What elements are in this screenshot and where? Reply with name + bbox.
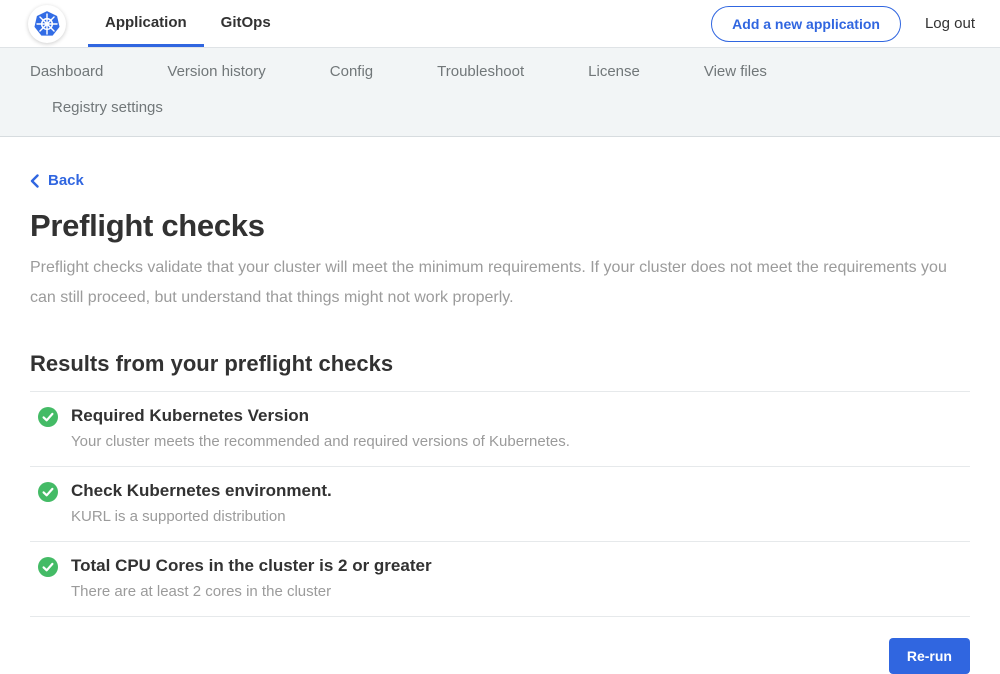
check-title: Required Kubernetes Version <box>71 405 570 426</box>
preflight-check-row: Required Kubernetes Version Your cluster… <box>30 392 970 467</box>
top-header: Application GitOps Add a new application… <box>0 0 1000 48</box>
check-description: Your cluster meets the recommended and r… <box>71 433 570 451</box>
back-link[interactable]: Back <box>30 172 84 189</box>
rerun-button[interactable]: Re-run <box>889 638 970 674</box>
kubernetes-helm-icon <box>28 5 66 43</box>
subnav-item-config[interactable]: Config <box>330 54 373 90</box>
tab-gitops[interactable]: GitOps <box>204 0 288 47</box>
back-link-label: Back <box>48 172 84 189</box>
page-title: Preflight checks <box>30 208 970 244</box>
add-new-application-button[interactable]: Add a new application <box>711 6 901 42</box>
subnav-item-version-history[interactable]: Version history <box>167 54 265 90</box>
check-description: KURL is a supported distribution <box>71 508 332 526</box>
subnav-item-license[interactable]: License <box>588 54 640 90</box>
check-text: Check Kubernetes environment. KURL is a … <box>71 480 332 526</box>
check-pass-icon <box>38 482 58 502</box>
check-title: Check Kubernetes environment. <box>71 480 332 501</box>
subnav-item-troubleshoot[interactable]: Troubleshoot <box>437 54 524 90</box>
tab-application[interactable]: Application <box>88 0 204 47</box>
main-content: Back Preflight checks Preflight checks v… <box>0 137 1000 674</box>
check-pass-icon <box>38 557 58 577</box>
chevron-left-icon <box>30 174 39 188</box>
check-text: Required Kubernetes Version Your cluster… <box>71 405 570 451</box>
preflight-check-row: Total CPU Cores in the cluster is 2 or g… <box>30 542 970 617</box>
subnav-row-2: Registry settings <box>30 90 970 126</box>
page-description: Preflight checks validate that your clus… <box>30 253 960 313</box>
check-title: Total CPU Cores in the cluster is 2 or g… <box>71 555 432 576</box>
footer-actions: Re-run <box>30 638 970 674</box>
app-subnav: Dashboard Version history Config Trouble… <box>0 48 1000 137</box>
subnav-item-registry-settings[interactable]: Registry settings <box>52 90 163 126</box>
subnav-item-view-files[interactable]: View files <box>704 54 767 90</box>
tab-gitops-label: GitOps <box>221 14 271 31</box>
kubernetes-logo <box>28 5 66 43</box>
check-description: There are at least 2 cores in the cluste… <box>71 583 432 601</box>
check-text: Total CPU Cores in the cluster is 2 or g… <box>71 555 432 601</box>
tab-application-label: Application <box>105 14 187 31</box>
subnav-item-dashboard[interactable]: Dashboard <box>30 54 103 90</box>
preflight-check-row: Check Kubernetes environment. KURL is a … <box>30 467 970 542</box>
subnav-row-1: Dashboard Version history Config Trouble… <box>30 54 970 90</box>
top-tabs: Application GitOps <box>88 0 288 47</box>
header-actions: Add a new application Log out <box>711 0 975 47</box>
logout-link[interactable]: Log out <box>925 15 975 32</box>
check-pass-icon <box>38 407 58 427</box>
results-heading: Results from your preflight checks <box>30 351 970 377</box>
